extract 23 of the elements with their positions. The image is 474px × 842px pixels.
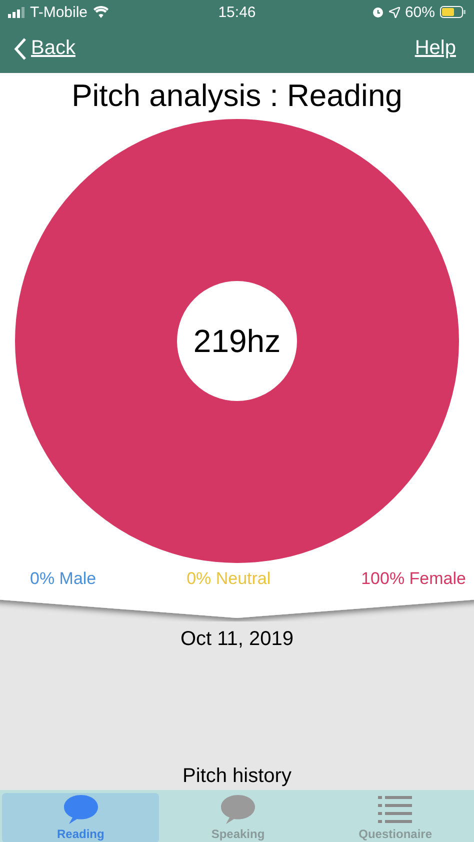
- clock-time: 15:46: [218, 4, 256, 20]
- list-icon: [377, 794, 414, 825]
- back-link[interactable]: Back: [14, 37, 76, 60]
- carrier-name: T-Mobile: [30, 4, 88, 20]
- legend-label: 0% Male: [30, 569, 96, 590]
- speech-bubble-icon: [220, 794, 256, 825]
- history-heading: Pitch history: [182, 765, 292, 788]
- battery-icon: [440, 6, 466, 18]
- page-title: Pitch analysis : Reading: [70, 78, 404, 115]
- speech-bubble-icon: [62, 794, 99, 825]
- help-link[interactable]: Help: [414, 37, 456, 60]
- location-arrow-icon: [388, 6, 400, 18]
- signal-icon: [8, 6, 25, 18]
- alarm-icon: [372, 6, 384, 18]
- history-date: Oct 11, 2019: [180, 628, 294, 651]
- legend-label: 0% Neutral: [186, 569, 271, 590]
- chevron-left-icon: [14, 38, 27, 60]
- tab-item[interactable]: Speaking: [159, 793, 317, 842]
- tab-item[interactable]: Reading: [2, 793, 160, 842]
- wifi-icon: [92, 6, 109, 18]
- legend-label: 100% Female: [361, 569, 466, 590]
- battery-percentage: 60%: [404, 4, 435, 20]
- tab-item[interactable]: Questionaire: [316, 793, 474, 842]
